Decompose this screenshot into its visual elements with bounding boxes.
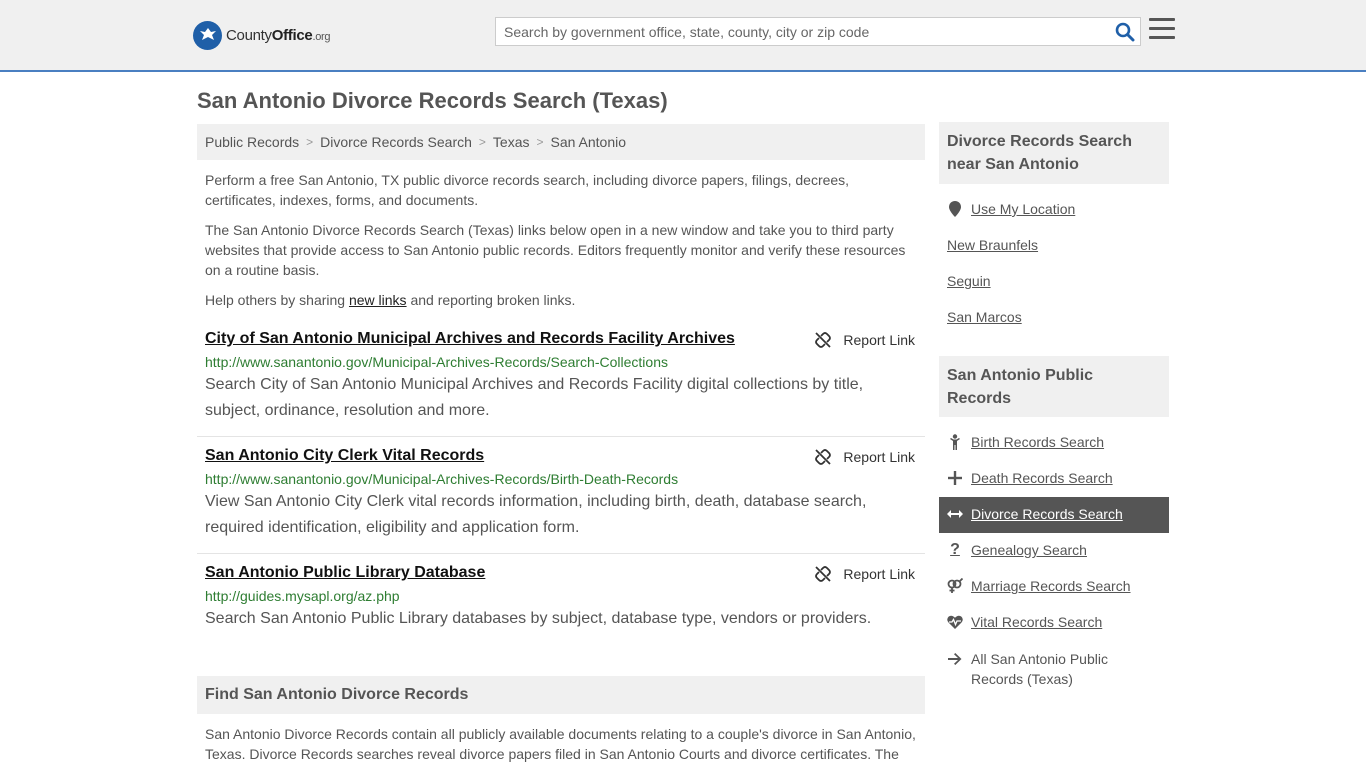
breadcrumb-divorce-records[interactable]: Divorce Records Search (320, 134, 472, 150)
find-heading-box: Find San Antonio Divorce Records (197, 676, 925, 714)
eagle-logo-icon (193, 20, 222, 50)
chevron-right-icon: > (536, 135, 544, 149)
intro-paragraph-2: The San Antonio Divorce Records Search (… (205, 222, 906, 278)
search-icon (1115, 22, 1135, 41)
find-paragraph: San Antonio Divorce Records contain all … (205, 726, 916, 762)
broken-link-icon (815, 332, 832, 348)
report-link-button[interactable]: Report Link (815, 449, 915, 465)
breadcrumb: Public Records > Divorce Records Search … (197, 124, 925, 160)
record-title-link[interactable]: San Antonio City Clerk Vital Records (205, 447, 484, 465)
record-url[interactable]: http://guides.mysapl.org/az.php (205, 588, 925, 604)
chevron-right-icon: > (478, 135, 486, 149)
sidebar-marriage-records[interactable]: Marriage Records Search (947, 578, 1131, 594)
sidebar-all-public-records[interactable]: All San Antonio Public Records (Texas) (947, 649, 1147, 687)
breadcrumb-texas[interactable]: Texas (493, 134, 530, 150)
sidebar-genealogy[interactable]: ? Genealogy Search (947, 541, 1087, 558)
broken-link-icon (815, 449, 832, 465)
hamburger-menu-icon[interactable] (1149, 18, 1175, 44)
record-item: San Antonio City Clerk Vital Records Rep… (197, 447, 925, 541)
record-title-link[interactable]: San Antonio Public Library Database (205, 564, 485, 582)
search-bar (495, 17, 1141, 46)
chevron-right-icon: > (306, 135, 314, 149)
child-icon (947, 434, 963, 450)
record-description: View San Antonio City Clerk vital record… (205, 493, 867, 536)
sidebar-nearby-seguin[interactable]: Seguin (947, 273, 991, 289)
intro-paragraph-3: Help others by sharing new links and rep… (205, 292, 576, 308)
sidebar-nearby-heading: Divorce Records Search near San Antonio (939, 122, 1169, 184)
intro-paragraph-1: Perform a free San Antonio, TX public di… (205, 172, 850, 208)
record-item: City of San Antonio Municipal Archives a… (197, 330, 925, 424)
record-url[interactable]: http://www.sanantonio.gov/Municipal-Arch… (205, 354, 925, 370)
arrows-horizontal-icon (947, 506, 963, 522)
sidebar-birth-records[interactable]: Birth Records Search (947, 434, 1104, 450)
report-link-button[interactable]: Report Link (815, 566, 915, 582)
venus-mars-icon (947, 578, 963, 594)
sidebar-divorce-records[interactable]: Divorce Records Search (947, 506, 1123, 522)
broken-link-icon (815, 566, 832, 582)
sidebar-nearby-new-braunfels[interactable]: New Braunfels (947, 237, 1038, 253)
search-input[interactable] (496, 18, 1110, 45)
sidebar-nearby-san-marcos[interactable]: San Marcos (947, 309, 1022, 325)
sidebar-public-heading: San Antonio Public Records (939, 356, 1169, 417)
find-heading: Find San Antonio Divorce Records (205, 686, 469, 703)
arrow-right-icon (947, 651, 963, 667)
divider (197, 436, 925, 437)
record-item: San Antonio Public Library Database Repo… (197, 564, 925, 632)
record-url[interactable]: http://www.sanantonio.gov/Municipal-Arch… (205, 471, 925, 487)
search-button[interactable] (1110, 18, 1140, 45)
cross-icon (947, 470, 963, 486)
breadcrumb-public-records[interactable]: Public Records (205, 134, 299, 150)
record-title-link[interactable]: City of San Antonio Municipal Archives a… (205, 330, 735, 348)
record-description: Search San Antonio Public Library databa… (205, 610, 872, 627)
new-links-link[interactable]: new links (349, 292, 407, 308)
sidebar-vital-records[interactable]: Vital Records Search (947, 614, 1102, 630)
report-link-button[interactable]: Report Link (815, 332, 915, 348)
logo-text: CountyOffice.org (226, 26, 331, 44)
divider (197, 553, 925, 554)
sidebar-death-records[interactable]: Death Records Search (947, 470, 1113, 486)
question-icon: ? (950, 541, 960, 558)
map-pin-icon (947, 201, 963, 217)
sidebar-use-my-location[interactable]: Use My Location (947, 201, 1075, 217)
breadcrumb-san-antonio[interactable]: San Antonio (551, 134, 627, 150)
record-description: Search City of San Antonio Municipal Arc… (205, 376, 864, 419)
top-bar: CountyOffice.org (0, 0, 1366, 72)
page-title: San Antonio Divorce Records Search (Texa… (197, 88, 668, 113)
heartbeat-icon (947, 614, 963, 630)
site-logo[interactable]: CountyOffice.org (193, 20, 331, 50)
